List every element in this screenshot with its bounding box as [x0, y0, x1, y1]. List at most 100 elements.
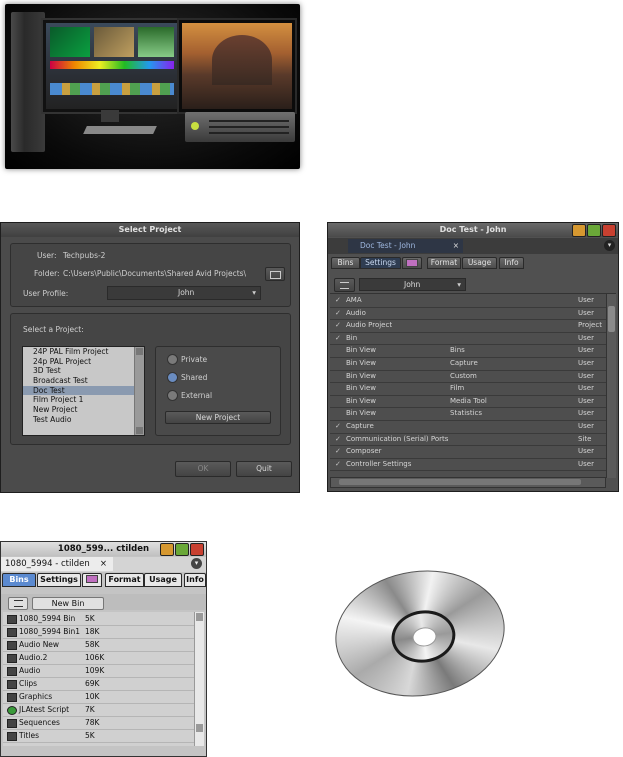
bin-size: 106K: [85, 653, 105, 662]
tab-bins[interactable]: Bins: [2, 573, 36, 587]
project-list-item[interactable]: Test Audio: [23, 415, 144, 425]
menu-icon: [13, 600, 23, 607]
horizontal-scrollbar[interactable]: [330, 477, 606, 488]
settings-row[interactable]: ✓ Audio Project Project: [330, 319, 606, 333]
user-label: User:: [37, 251, 57, 260]
tab-settings[interactable]: Settings: [37, 573, 81, 587]
browse-folder-button[interactable]: [265, 267, 285, 281]
project-tab[interactable]: Doc Test - John ×: [348, 239, 463, 253]
folder-path: C:\Users\Public\Documents\Shared Avid Pr…: [63, 269, 247, 278]
settings-profile-select[interactable]: John ▾: [359, 278, 466, 291]
bin-row[interactable]: Audio 109K: [3, 664, 194, 678]
dialog-title: Select Project: [1, 223, 299, 237]
settings-subname: Media Tool: [450, 396, 487, 405]
settings-name: Bin View: [346, 346, 377, 355]
settings-row[interactable]: Bin View Bins User: [330, 344, 606, 358]
settings-scope: User: [578, 396, 594, 405]
project-list[interactable]: 24P PAL Film Project 24p PAL Project 3D Te…: [22, 346, 145, 436]
tab-usage[interactable]: Usage: [144, 573, 182, 587]
new-project-button[interactable]: New Project: [165, 411, 271, 424]
settings-scope: User: [578, 422, 594, 430]
settings-row[interactable]: ✓ Audio User: [330, 307, 606, 321]
settings-scrollbar[interactable]: [606, 294, 616, 478]
bin-row[interactable]: Titles 5K: [3, 729, 194, 743]
tab-info[interactable]: Info: [184, 573, 206, 587]
settings-list[interactable]: ✓ AMA User ✓ Audio User ✓ Audio Project Project ✓…: [330, 293, 616, 478]
settings-scope: User: [578, 447, 594, 456]
tab-settings[interactable]: Settings: [360, 257, 401, 269]
bin-view-menu-button[interactable]: [334, 278, 355, 292]
tab-info[interactable]: Info: [499, 257, 524, 269]
minimize-button[interactable]: [160, 543, 174, 556]
tab-usage[interactable]: Usage: [462, 257, 497, 269]
tab-format[interactable]: Format: [427, 257, 461, 269]
bin-row[interactable]: Audio.2 106K: [3, 651, 194, 665]
radio-private[interactable]: [167, 354, 178, 365]
settings-row[interactable]: ✓ AMA User: [330, 294, 606, 308]
panel-menu-button[interactable]: ▾: [604, 240, 615, 251]
project-list-item[interactable]: Broadcast Test: [23, 376, 144, 386]
settings-name: AMA: [346, 296, 362, 304]
chevron-down-icon: ▾: [252, 288, 256, 297]
radio-external[interactable]: [167, 390, 178, 401]
bin-row[interactable]: JLAtest Script 7K: [3, 703, 194, 717]
settings-name: Audio Project: [346, 321, 393, 330]
project-list-item[interactable]: 3D Test: [23, 366, 144, 376]
panel-menu-button[interactable]: ▾: [191, 558, 202, 569]
bin-name: 1080_5994 Bin1: [19, 627, 81, 636]
bin-size: 58K: [85, 640, 100, 649]
settings-row[interactable]: ✓ Communication (Serial) Ports Site: [330, 433, 606, 447]
settings-row[interactable]: Bin View Media Tool User: [330, 395, 606, 409]
settings-row[interactable]: ✓ Bin User: [330, 332, 606, 346]
tab-bins[interactable]: Bins: [331, 257, 360, 269]
settings-scope: User: [578, 384, 594, 393]
settings-row[interactable]: ✓ Capture User: [330, 420, 606, 434]
bin-row[interactable]: Sequences 78K: [3, 716, 194, 730]
minimize-button[interactable]: [572, 224, 586, 237]
settings-row[interactable]: Bin View Statistics User: [330, 407, 606, 421]
settings-row[interactable]: ✓ Controller Settings User: [330, 458, 606, 472]
bin-row[interactable]: 1080_5994 Bin 5K: [3, 612, 194, 626]
new-bin-button[interactable]: New Bin: [32, 597, 104, 610]
settings-row[interactable]: ✓ Composer User: [330, 445, 606, 459]
maximize-button[interactable]: [587, 224, 601, 237]
ok-button[interactable]: OK: [175, 461, 231, 477]
settings-check: ✓: [335, 321, 341, 330]
bin-row[interactable]: Clips 69K: [3, 677, 194, 691]
bin-view-menu-button[interactable]: [8, 597, 28, 610]
settings-check: ✓: [335, 308, 341, 317]
bin-row[interactable]: Audio New 58K: [3, 638, 194, 652]
bin-color-tab-icon[interactable]: [82, 573, 102, 587]
close-tab-icon[interactable]: ×: [100, 557, 107, 571]
project-list-item[interactable]: Doc Test: [23, 385, 144, 396]
bin-row[interactable]: Graphics 10K: [3, 690, 194, 704]
close-tab-icon[interactable]: ×: [453, 239, 459, 253]
bin-icon: [7, 654, 17, 663]
close-button[interactable]: [602, 224, 616, 237]
user-profile-select[interactable]: John ▾: [107, 286, 261, 300]
settings-row[interactable]: Bin View Capture User: [330, 357, 606, 371]
quit-button[interactable]: Quit: [236, 461, 292, 477]
settings-scope: Site: [578, 434, 592, 443]
bins-scrollbar[interactable]: [194, 612, 204, 746]
project-list-scrollbar[interactable]: [134, 347, 144, 435]
bin-color-tab-icon[interactable]: [402, 257, 422, 269]
folder-icon: [269, 271, 281, 279]
bin-row[interactable]: 1080_5994 Bin1 18K: [3, 625, 194, 639]
radio-shared[interactable]: [167, 372, 178, 383]
bin-size: 7K: [85, 705, 95, 714]
settings-subname: Film: [450, 384, 465, 393]
bins-list[interactable]: 1080_5994 Bin 5K 1080_5994 Bin1 18K Audio Ne…: [3, 612, 204, 746]
project-list-item[interactable]: 24P PAL Film Project: [23, 347, 144, 357]
project-list-item[interactable]: 24p PAL Project: [23, 357, 144, 367]
radio-external-label: External: [181, 391, 213, 400]
settings-name: Bin View: [346, 384, 377, 393]
maximize-button[interactable]: [175, 543, 189, 556]
settings-row[interactable]: Bin View Film User: [330, 382, 606, 396]
project-list-item[interactable]: Film Project 1: [23, 395, 144, 405]
tab-format[interactable]: Format: [105, 573, 144, 587]
settings-row[interactable]: Bin View Custom User: [330, 370, 606, 384]
project-list-item[interactable]: New Project: [23, 405, 144, 415]
close-button[interactable]: [190, 543, 204, 556]
bins-project-tab[interactable]: 1080_5994 - ctilden ×: [1, 557, 113, 571]
